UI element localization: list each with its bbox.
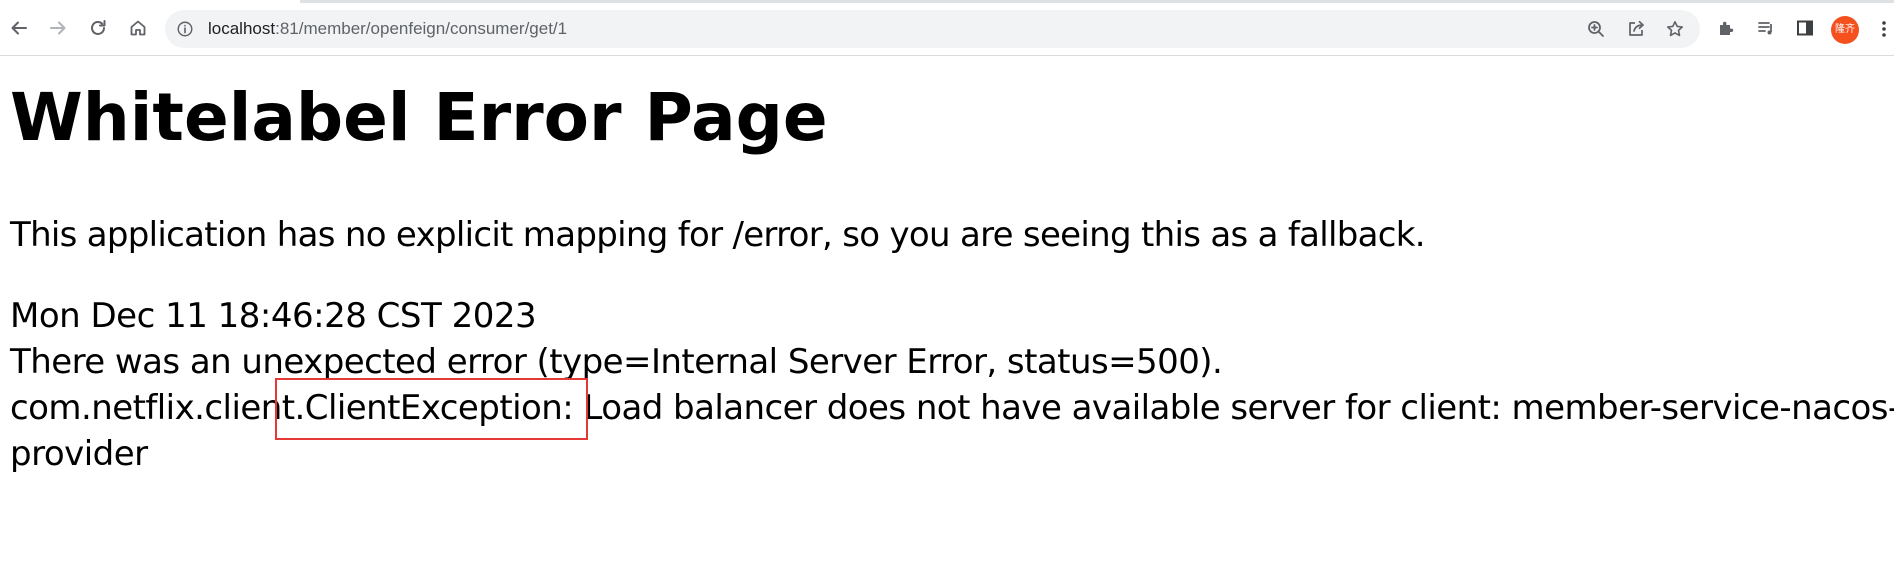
reading-list-button[interactable]	[1752, 14, 1780, 42]
home-icon	[130, 20, 146, 36]
error-type-line: There was an unexpected error (type=Inte…	[10, 342, 1223, 382]
zoom-button[interactable]	[1584, 17, 1608, 41]
reload-icon	[91, 20, 106, 35]
profile-avatar[interactable]: 隆齐	[1831, 16, 1859, 44]
url-host: localhost	[208, 19, 276, 38]
url-path: :81/member/openfeign/consumer/get/1	[275, 19, 568, 38]
home-button[interactable]	[122, 12, 154, 44]
star-icon	[1667, 21, 1683, 37]
back-button[interactable]	[3, 12, 35, 44]
site-info-button[interactable]	[175, 19, 195, 39]
reading-list-icon	[1758, 22, 1772, 35]
tab-strip-edge	[300, 0, 1894, 3]
share-button[interactable]	[1624, 17, 1648, 41]
address-bar[interactable]: localhost:81/member/openfeign/consumer/g…	[165, 10, 1700, 48]
browser-toolbar: localhost:81/member/openfeign/consumer/g…	[0, 0, 1894, 56]
exception-message-line-2: provider	[10, 434, 148, 474]
extensions-button[interactable]	[1712, 14, 1740, 42]
puzzle-icon	[1720, 21, 1734, 35]
page-title: Whitelabel Error Page	[10, 79, 828, 156]
side-panel-icon	[1797, 20, 1813, 36]
arrow-left-icon	[11, 21, 27, 35]
side-panel-button[interactable]	[1791, 14, 1819, 42]
browser-menu-button[interactable]	[1874, 16, 1894, 42]
kebab-menu-icon	[1882, 21, 1886, 37]
share-icon	[1629, 20, 1644, 36]
info-circle-icon	[177, 21, 193, 37]
url-text[interactable]: localhost:81/member/openfeign/consumer/g…	[208, 19, 567, 39]
arrow-right-icon	[50, 21, 66, 35]
reload-button[interactable]	[82, 12, 114, 44]
bookmark-button[interactable]	[1663, 17, 1687, 41]
forward-button[interactable]	[42, 12, 74, 44]
error-fallback-message: This application has no explicit mapping…	[10, 215, 1426, 255]
zoom-icon	[1588, 21, 1604, 37]
exception-message-line-1: com.netflix.client.ClientException: Load…	[10, 388, 1894, 428]
error-timestamp: Mon Dec 11 18:46:28 CST 2023	[10, 296, 537, 336]
